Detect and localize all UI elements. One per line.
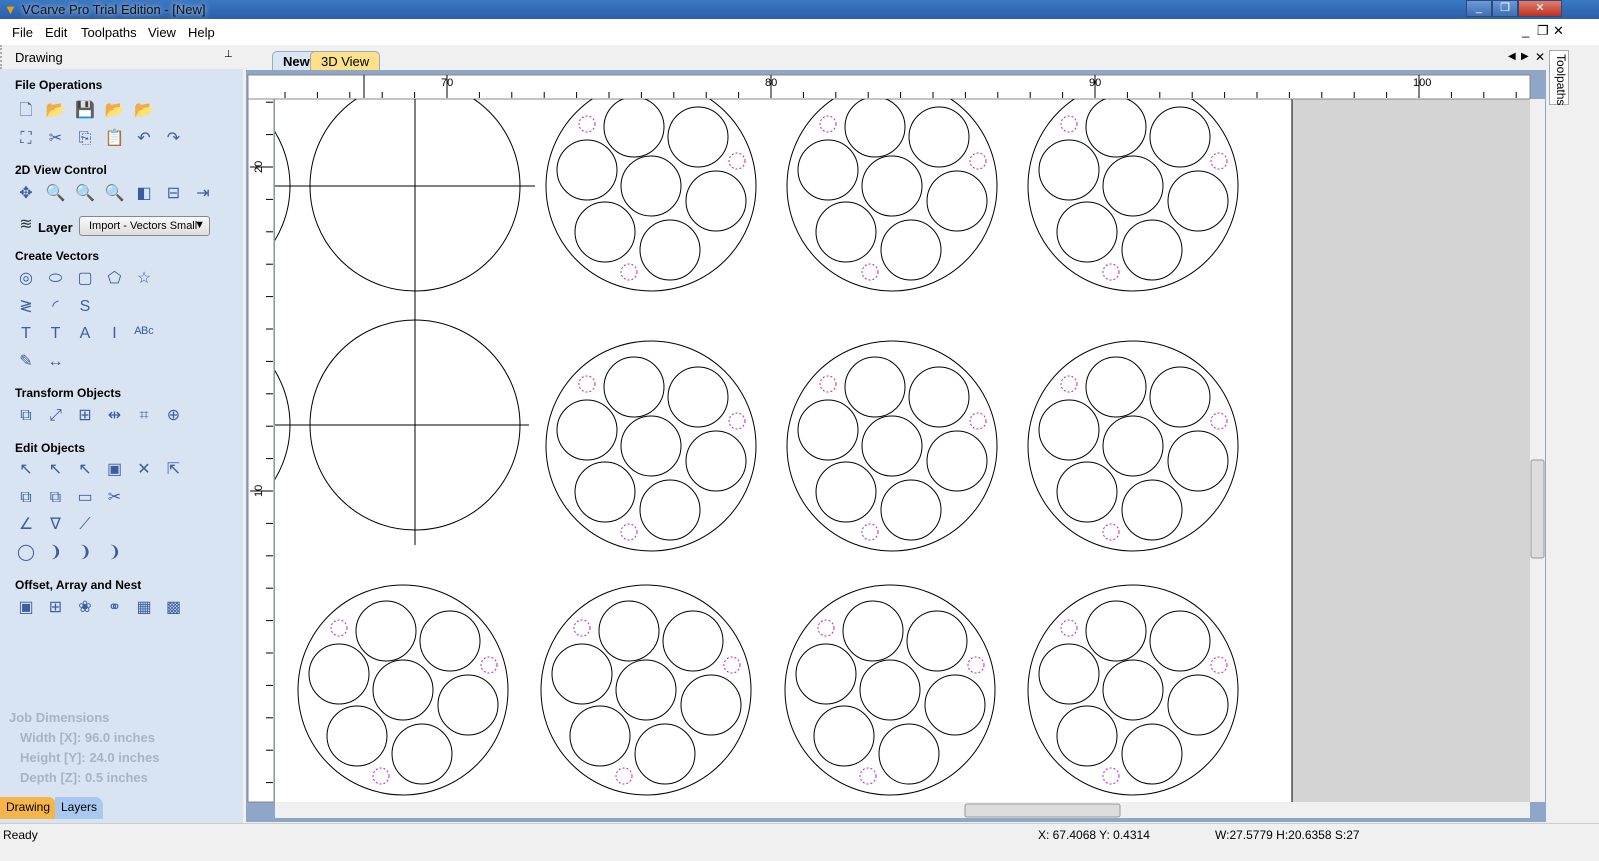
selection-size: W:27.5779 H:20.6358 S:27 (1215, 828, 1360, 842)
ruler-label-x: 90 (1089, 77, 1101, 89)
ruler-label-y: 10 (253, 485, 265, 497)
ruler-label-x: 100 (1413, 77, 1431, 89)
status-text: Ready (3, 828, 38, 842)
cursor-coordinates: X: 67.4068 Y: 0.4314 (1038, 828, 1150, 842)
status-bar: Ready X: 67.4068 Y: 0.4314 W:27.5779 H:2… (0, 823, 1599, 843)
sheet (275, 99, 1292, 802)
horizontal-scroll-thumb (964, 803, 1121, 818)
outside-area (1292, 99, 1530, 802)
vertical-scrollbar (1530, 99, 1545, 802)
ruler-vertical (247, 98, 275, 803)
ruler-label-y: 20 (253, 161, 265, 173)
vertical-scroll-thumb (1530, 459, 1545, 559)
ruler-label-x: 80 (765, 77, 777, 89)
ruler-label-x: 70 (441, 77, 453, 89)
drawing-canvas[interactable]: 70 80 90 100 20 10 (0, 0, 1599, 861)
horizontal-scrollbar (275, 802, 1530, 818)
